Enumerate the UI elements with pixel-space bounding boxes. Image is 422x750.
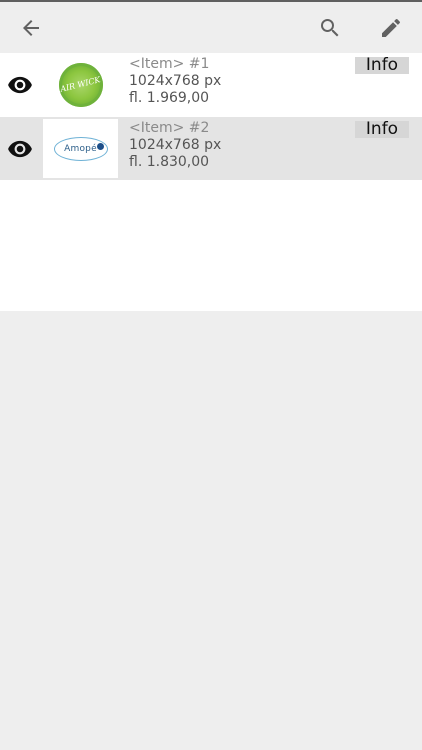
item-price: fl. 1.830,00 <box>129 154 210 170</box>
info-button[interactable]: Info <box>355 121 409 138</box>
item-name: <Item> #2 <box>129 120 210 136</box>
item-thumbnail[interactable]: Amopé <box>43 119 118 178</box>
amope-logo: Amopé <box>53 136 108 161</box>
amope-logo-dot <box>96 142 104 150</box>
airwick-logo: AIR WICK <box>58 62 103 107</box>
amope-logo-text: Amopé <box>64 143 97 154</box>
item-price: fl. 1.969,00 <box>129 90 210 106</box>
eye-icon <box>8 140 32 158</box>
item-thumbnail[interactable]: AIR WICK <box>43 55 118 114</box>
item-size: 1024x768 px <box>129 137 222 153</box>
info-button[interactable]: Info <box>355 57 409 74</box>
arrow-left-icon <box>23 19 39 36</box>
list-item[interactable]: Amopé <Item> #2 1024x768 px fl. 1.830,00… <box>0 117 422 180</box>
item-size: 1024x768 px <box>129 73 222 89</box>
toolbar <box>0 2 422 53</box>
back-button[interactable] <box>7 2 55 53</box>
list-item[interactable]: AIR WICK <Item> #1 1024x768 px fl. 1.969… <box>0 53 422 116</box>
eye-icon <box>8 76 32 94</box>
item-name: <Item> #1 <box>129 56 210 72</box>
visibility-toggle[interactable] <box>7 136 33 162</box>
pencil-icon <box>382 18 401 37</box>
edit-button[interactable] <box>367 2 415 53</box>
item-details: <Item> #2 1024x768 px fl. 1.830,00 <box>129 120 349 171</box>
item-details: <Item> #1 1024x768 px fl. 1.969,00 <box>129 56 349 107</box>
visibility-toggle[interactable] <box>7 72 33 98</box>
item-list: AIR WICK <Item> #1 1024x768 px fl. 1.969… <box>0 53 422 311</box>
search-icon <box>321 18 339 36</box>
airwick-logo-text: AIR WICK <box>59 74 102 94</box>
search-button[interactable] <box>306 2 354 53</box>
